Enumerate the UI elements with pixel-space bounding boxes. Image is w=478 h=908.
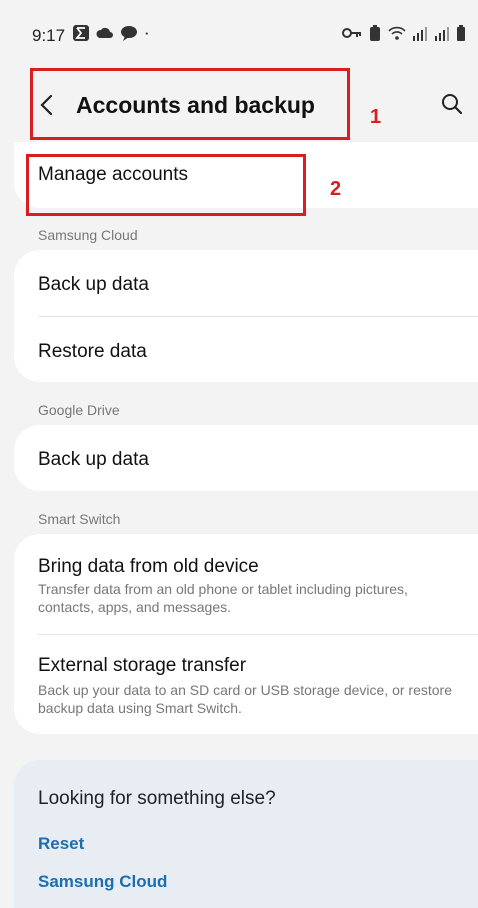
status-time: 9:17 — [32, 26, 66, 45]
google-drive-card: Back up data — [14, 425, 478, 491]
list-item-google-backup[interactable]: Back up data — [14, 425, 478, 491]
signal-icon — [435, 27, 449, 41]
list-item-label: Back up data — [38, 274, 149, 295]
list-item-subtitle: Transfer data from an old phone or table… — [38, 581, 408, 615]
list-item-samsung-backup[interactable]: Back up data — [14, 250, 478, 316]
status-right-icons — [342, 24, 466, 42]
looking-for-question: Looking for something else? — [38, 788, 276, 809]
section-label-google-drive: Google Drive — [38, 402, 120, 418]
status-left-icons — [72, 24, 154, 42]
key-icon — [342, 28, 361, 38]
looking-for-panel: Looking for something else? Reset Samsun… — [14, 760, 478, 908]
list-item-label: Back up data — [38, 449, 149, 470]
battery-saver-icon — [370, 25, 380, 41]
battery-icon — [457, 25, 465, 41]
list-item-external-storage[interactable]: External storage transfer Back up your d… — [14, 635, 478, 734]
samsung-cloud-card: Back up data Restore data — [14, 250, 478, 382]
list-item-label: Restore data — [38, 341, 147, 362]
annotation-number-2: 2 — [330, 178, 342, 200]
annotation-box-2 — [26, 154, 306, 216]
reset-link[interactable]: Reset — [38, 834, 84, 854]
chat-bubble-icon — [121, 26, 137, 41]
annotation-number-1: 1 — [370, 106, 382, 128]
wifi-icon — [388, 26, 406, 40]
annotation-box-1 — [30, 68, 350, 140]
section-label-smart-switch: Smart Switch — [38, 511, 121, 527]
smart-switch-card: Bring data from old device Transfer data… — [14, 534, 478, 734]
list-item-bring-data[interactable]: Bring data from old device Transfer data… — [14, 534, 478, 634]
dot-icon — [145, 32, 148, 35]
signal-icon — [413, 27, 427, 41]
cloud-icon — [96, 27, 113, 38]
list-item-label: External storage transfer — [38, 655, 247, 676]
sigma-icon — [73, 25, 89, 41]
list-item-label: Bring data from old device — [38, 556, 259, 577]
search-icon[interactable] — [440, 92, 464, 116]
section-label-samsung-cloud: Samsung Cloud — [38, 227, 138, 243]
samsung-cloud-link[interactable]: Samsung Cloud — [38, 872, 167, 892]
status-bar: 9:17 — [0, 0, 478, 60]
list-item-subtitle: Back up your data to an SD card or USB s… — [38, 682, 452, 716]
list-item-samsung-restore[interactable]: Restore data — [14, 317, 478, 382]
